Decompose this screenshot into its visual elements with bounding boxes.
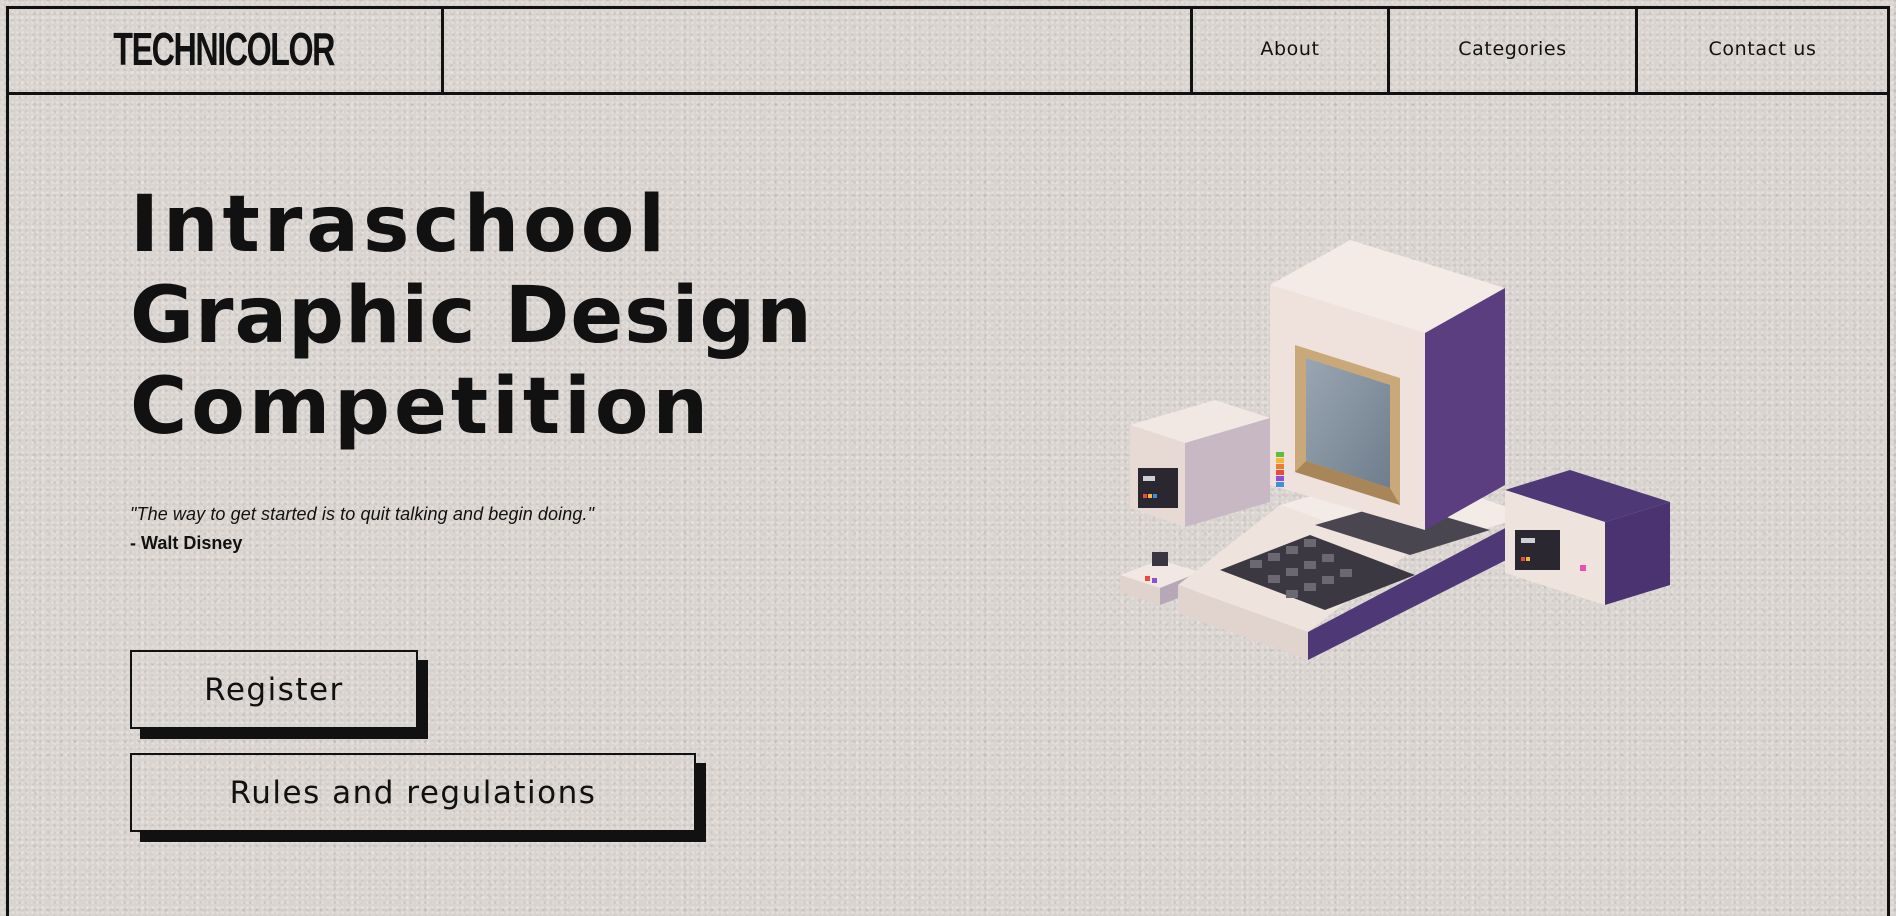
nav-link-about[interactable]: About (1260, 38, 1319, 60)
floppy-drive-left (1130, 400, 1270, 527)
nav-item-about[interactable]: About (1193, 6, 1387, 92)
hero-title-line-1: Intraschool (130, 180, 670, 270)
nav-item-contact[interactable]: Contact us (1638, 6, 1887, 92)
nav-divider (441, 6, 444, 92)
quote-text: "The way to get started is to quit talki… (130, 504, 595, 524)
rules-button[interactable]: Rules and regulations (130, 753, 696, 832)
nav-link-contact[interactable]: Contact us (1709, 38, 1817, 60)
quote-author: - Walt Disney (130, 533, 243, 553)
nav-item-categories[interactable]: Categories (1390, 6, 1635, 92)
retro-computer-illustration (1120, 240, 1670, 660)
logo-cell: TECHNICOLOR (6, 6, 441, 92)
register-button[interactable]: Register (130, 650, 418, 729)
floppy-drive-right (1505, 470, 1670, 605)
quote-block: "The way to get started is to quit talki… (130, 504, 594, 554)
brand-logo[interactable]: TECHNICOLOR (113, 22, 335, 76)
nav-link-categories[interactable]: Categories (1458, 38, 1566, 60)
navbar: TECHNICOLOR About Categories Contact us (6, 6, 1890, 95)
hero-title-line-2: Graphic Design (130, 271, 813, 361)
monitor (1270, 240, 1505, 530)
hero-title: Intraschool Graphic Design Competition (130, 180, 813, 453)
hero-title-line-3: Competition (130, 362, 713, 452)
